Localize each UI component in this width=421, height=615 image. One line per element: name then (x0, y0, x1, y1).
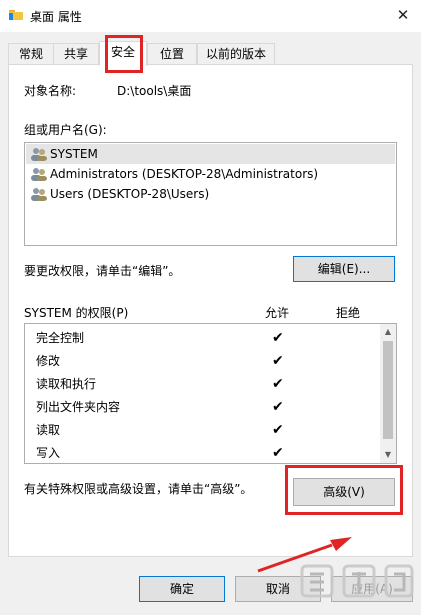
scroll-up-icon[interactable]: ▲ (380, 324, 396, 340)
users-icon (31, 188, 47, 201)
deny-header: 拒绝 (336, 306, 361, 320)
groups-label: 组或用户名(G): (24, 123, 107, 137)
edit-button[interactable]: 编辑(E)... (293, 256, 395, 282)
object-name-label: 对象名称: (24, 84, 77, 98)
users-icon (31, 148, 47, 161)
user-label: Administrators (DESKTOP-28\Administrator… (50, 167, 319, 181)
permission-name: 列出文件夹内容 (36, 400, 121, 414)
object-name-value: D:\tools\桌面 (117, 84, 192, 98)
permission-row: 修改 (36, 350, 60, 373)
tab-general[interactable]: 常规 (8, 43, 54, 64)
watermark-logo-icon (300, 564, 414, 598)
allow-check-icon: ✔ (272, 399, 284, 415)
user-item-users[interactable]: Users (DESKTOP-28\Users) (26, 184, 395, 204)
user-label: Users (DESKTOP-28\Users) (50, 187, 210, 201)
permission-name: 完全控制 (36, 331, 85, 345)
tab-location[interactable]: 位置 (147, 43, 197, 64)
folder-icon (9, 10, 23, 20)
user-item-system[interactable]: SYSTEM (26, 144, 395, 164)
change-permissions-text: 要更改权限，请单击“编辑”。 (24, 264, 181, 278)
allow-check-icon: ✔ (272, 353, 284, 369)
advanced-button-highlight (285, 465, 403, 515)
allow-check-icon: ✔ (272, 376, 284, 392)
permission-name: 修改 (36, 354, 61, 368)
security-tab-highlight (105, 35, 143, 73)
title-bar: 桌面 属性 ✕ (0, 0, 421, 32)
permission-name: 写入 (36, 446, 61, 460)
allow-check-icon: ✔ (272, 330, 284, 346)
permissions-list[interactable]: 完全控制 ✔ 修改 ✔ 读取和执行 ✔ 列出文件夹内容 ✔ 读取 ✔ 写入 ✔ … (24, 323, 397, 464)
ok-button[interactable]: 确定 (139, 576, 225, 602)
permissions-scrollbar[interactable]: ▲ ▼ (380, 324, 396, 463)
user-item-administrators[interactable]: Administrators (DESKTOP-28\Administrator… (26, 164, 395, 184)
users-icon (31, 168, 47, 181)
user-label: SYSTEM (50, 147, 98, 161)
permission-row: 完全控制 (36, 327, 84, 350)
tab-previous-versions[interactable]: 以前的版本 (197, 43, 275, 64)
permissions-header: SYSTEM 的权限(P) (24, 306, 129, 320)
permission-name: 读取 (36, 423, 61, 437)
scroll-down-icon[interactable]: ▼ (380, 447, 396, 463)
advanced-text: 有关特殊权限或高级设置，请单击“高级”。 (24, 482, 253, 496)
allow-check-icon: ✔ (272, 445, 284, 461)
user-list[interactable]: SYSTEM Administrators (DESKTOP-28\Admini… (24, 142, 397, 246)
permission-name: 读取和执行 (36, 377, 97, 391)
scrollbar-thumb[interactable] (383, 341, 393, 439)
close-button[interactable]: ✕ (388, 2, 418, 28)
allow-header: 允许 (265, 306, 290, 320)
permission-row: 列出文件夹内容 (36, 396, 120, 419)
permission-row: 读取 (36, 419, 60, 442)
allow-check-icon: ✔ (272, 422, 284, 438)
window-title: 桌面 属性 (30, 10, 82, 24)
permission-row: 写入 (36, 442, 60, 465)
permission-row: 读取和执行 (36, 373, 96, 396)
tab-sharing[interactable]: 共享 (53, 43, 99, 64)
